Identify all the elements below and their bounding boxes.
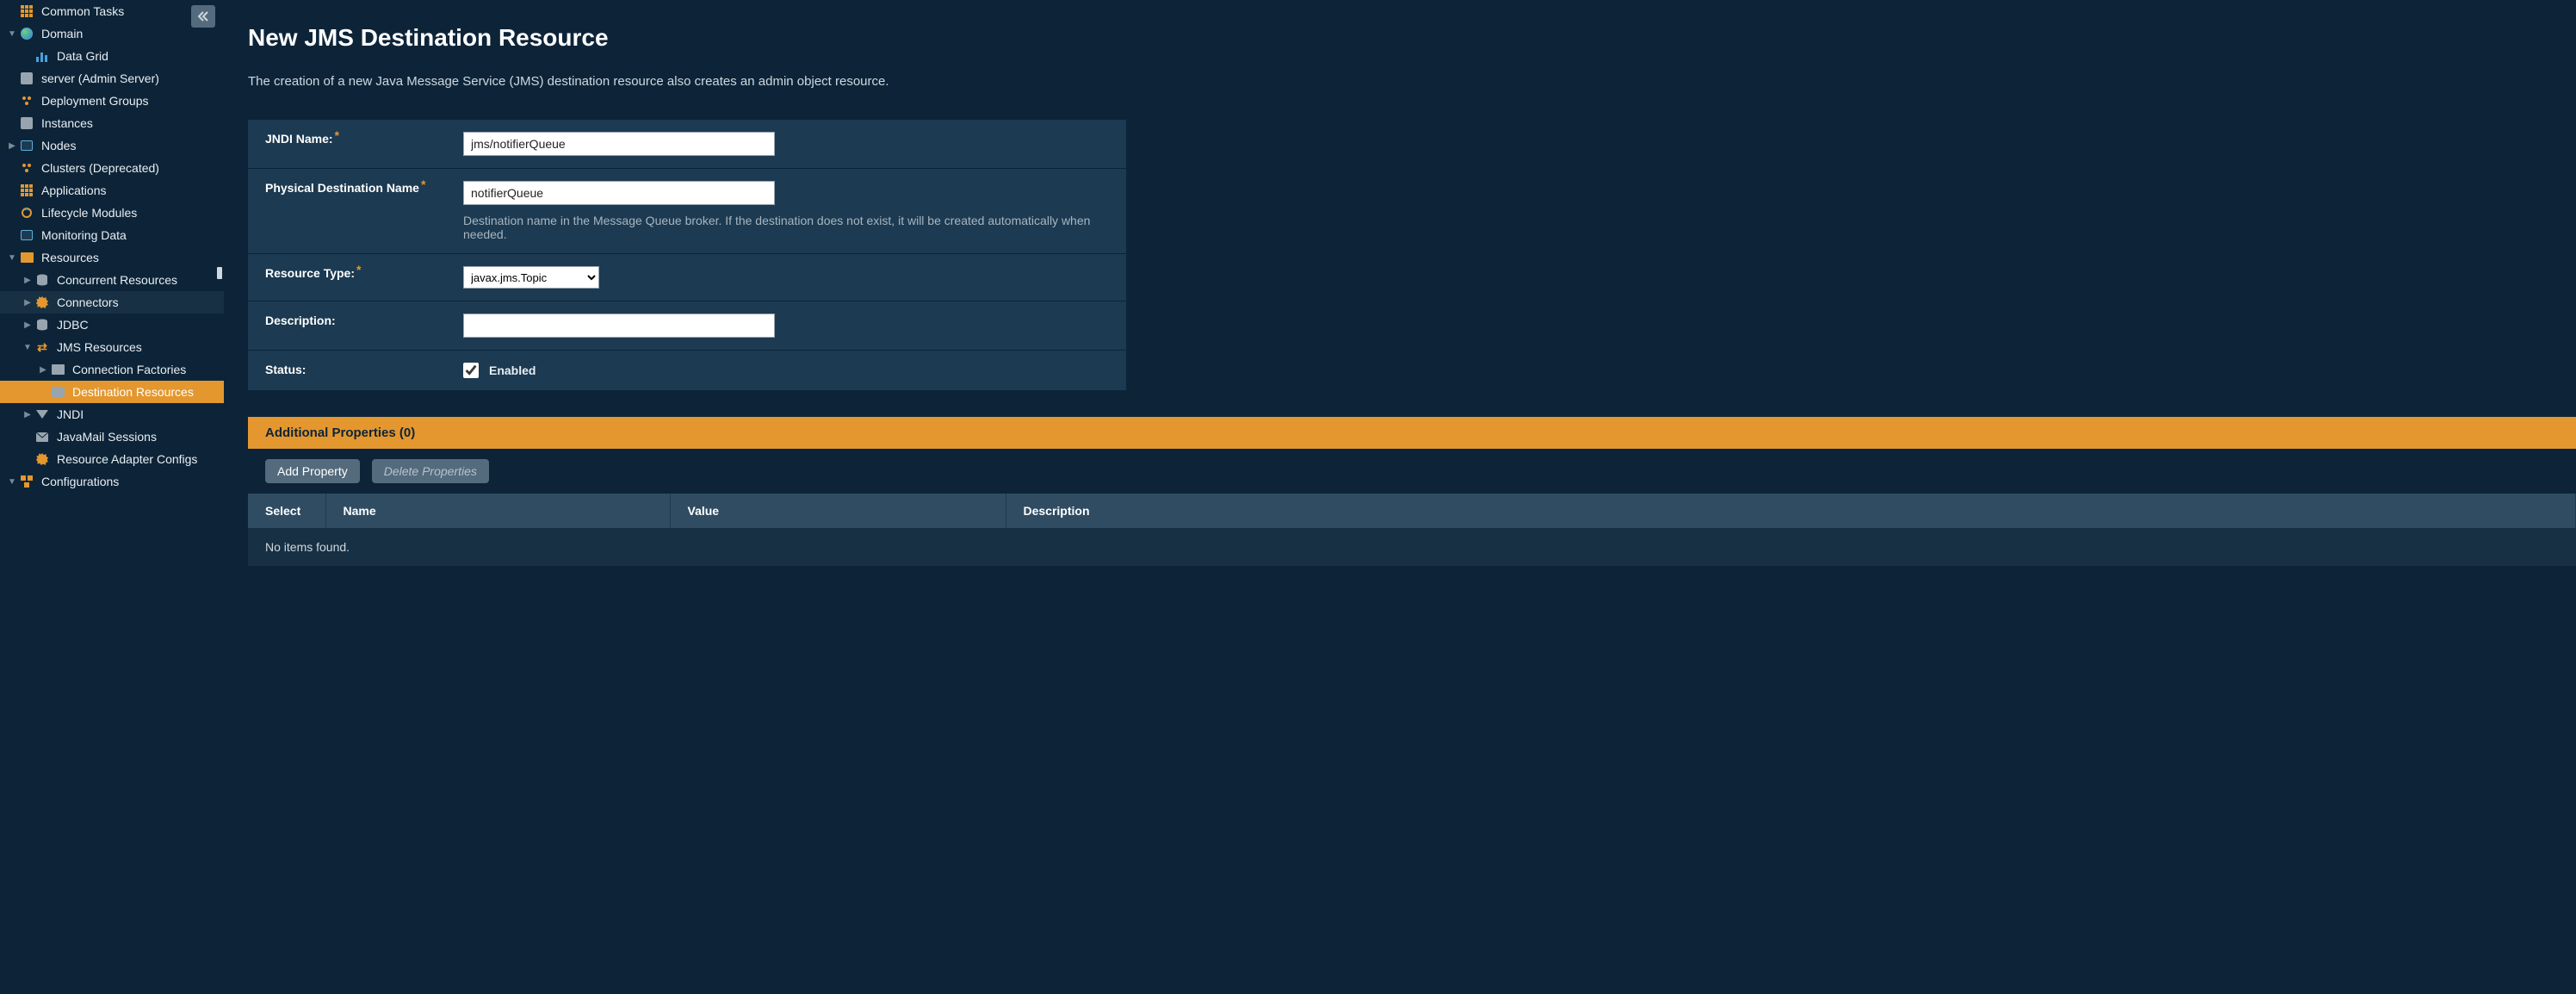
sidebar-item-connection-factories[interactable]: ▶Connection Factories <box>0 358 224 381</box>
database-icon <box>34 272 50 288</box>
physical-destination-help: Destination name in the Message Queue br… <box>463 214 1109 241</box>
row-jndi-name: JNDI Name:* <box>248 120 1126 169</box>
col-select: Select <box>248 494 325 528</box>
sidebar-item-server[interactable]: server (Admin Server) <box>0 67 224 90</box>
row-physical-destination: Physical Destination Name* Destination n… <box>248 169 1126 254</box>
form-table: JNDI Name:* Physical Destination Name* D… <box>248 120 1126 391</box>
row-description: Description: <box>248 301 1126 351</box>
chart-icon <box>34 48 50 64</box>
sidebar-item-deployment-groups[interactable]: Deployment Groups <box>0 90 224 112</box>
sidebar-item-jndi[interactable]: ▶JNDI <box>0 403 224 426</box>
connector-icon <box>34 295 50 310</box>
status-enabled-checkbox[interactable] <box>463 363 479 378</box>
resource-type-select[interactable]: javax.jms.Topic <box>463 266 599 289</box>
sidebar-item-concurrent-resources[interactable]: ▶Concurrent Resources <box>0 269 224 291</box>
status-enabled-label: Enabled <box>489 363 536 377</box>
folder-icon <box>50 362 65 377</box>
database-icon <box>34 317 50 332</box>
server-icon <box>19 71 34 86</box>
sidebar-item-nodes[interactable]: ▶Nodes <box>0 134 224 157</box>
col-value: Value <box>670 494 1006 528</box>
required-indicator: * <box>421 177 425 191</box>
sidebar-item-domain[interactable]: ▼Domain <box>0 22 224 45</box>
sidebar-item-configurations[interactable]: ▼Configurations <box>0 470 224 493</box>
delete-properties-button[interactable]: Delete Properties <box>372 459 489 483</box>
sidebar-item-destination-resources[interactable]: Destination Resources <box>0 381 224 403</box>
description-label: Description: <box>265 314 336 327</box>
globe-icon <box>19 26 34 41</box>
properties-table: Select Name Value Description No items f… <box>248 494 2576 566</box>
connector-icon <box>34 451 50 467</box>
row-status: Status: Enabled <box>248 351 1126 391</box>
sidebar-item-lifecycle-modules[interactable]: Lifecycle Modules <box>0 202 224 224</box>
status-label: Status: <box>265 363 306 376</box>
table-row-empty: No items found. <box>248 528 2576 566</box>
additional-properties-header: Additional Properties (0) <box>248 417 2576 449</box>
sidebar-item-instances[interactable]: Instances <box>0 112 224 134</box>
sidebar-item-common-tasks[interactable]: Common Tasks <box>0 0 224 22</box>
jndi-name-input[interactable] <box>463 132 775 156</box>
page-subtitle: The creation of a new Java Message Servi… <box>248 74 2576 89</box>
server-icon <box>19 115 34 131</box>
add-property-button[interactable]: Add Property <box>265 459 360 483</box>
description-input[interactable] <box>463 314 775 338</box>
jndi-name-label: JNDI Name: <box>265 132 333 146</box>
page-title: New JMS Destination Resource <box>248 24 2576 52</box>
sidebar-item-jdbc[interactable]: ▶JDBC <box>0 314 224 336</box>
double-chevron-left-icon <box>198 11 208 22</box>
folder-icon <box>50 384 65 400</box>
sidebar-item-clusters[interactable]: Clusters (Deprecated) <box>0 157 224 179</box>
property-buttons-row: Add Property Delete Properties <box>248 449 2576 494</box>
arrows-icon: ⇄ <box>34 339 50 355</box>
sidebar-item-resources[interactable]: ▼Resources <box>0 246 224 269</box>
nodes-icon <box>19 138 34 153</box>
sidebar-item-javamail-sessions[interactable]: JavaMail Sessions <box>0 426 224 448</box>
funnel-icon <box>34 407 50 422</box>
nodes-icon <box>19 474 34 489</box>
lifecycle-icon <box>19 205 34 221</box>
group-icon <box>19 93 34 109</box>
main-content: New JMS Destination Resource The creatio… <box>224 0 2576 994</box>
resource-type-label: Resource Type: <box>265 266 355 280</box>
resize-handle[interactable] <box>217 267 222 279</box>
cluster-icon <box>19 160 34 176</box>
sidebar-item-data-grid[interactable]: Data Grid <box>0 45 224 67</box>
mail-icon <box>34 429 50 444</box>
sidebar-nav: Common Tasks ▼Domain Data Grid server (A… <box>0 0 224 994</box>
physical-destination-label: Physical Destination Name <box>265 181 419 195</box>
collapse-sidebar-button[interactable] <box>191 5 215 28</box>
col-description: Description <box>1006 494 2576 528</box>
sidebar-item-jms-resources[interactable]: ▼⇄JMS Resources <box>0 336 224 358</box>
apps-icon <box>19 183 34 198</box>
physical-destination-input[interactable] <box>463 181 775 205</box>
folder-icon <box>19 250 34 265</box>
no-items-message: No items found. <box>248 528 2576 566</box>
required-indicator: * <box>356 263 361 276</box>
sidebar-item-applications[interactable]: Applications <box>0 179 224 202</box>
row-resource-type: Resource Type:* javax.jms.Topic <box>248 254 1126 301</box>
sidebar-item-monitoring-data[interactable]: Monitoring Data <box>0 224 224 246</box>
col-name: Name <box>325 494 670 528</box>
required-indicator: * <box>335 128 339 142</box>
monitor-icon <box>19 227 34 243</box>
grid-icon <box>19 3 34 19</box>
sidebar-item-connectors[interactable]: ▶Connectors <box>0 291 224 314</box>
sidebar-item-resource-adapter-configs[interactable]: Resource Adapter Configs <box>0 448 224 470</box>
